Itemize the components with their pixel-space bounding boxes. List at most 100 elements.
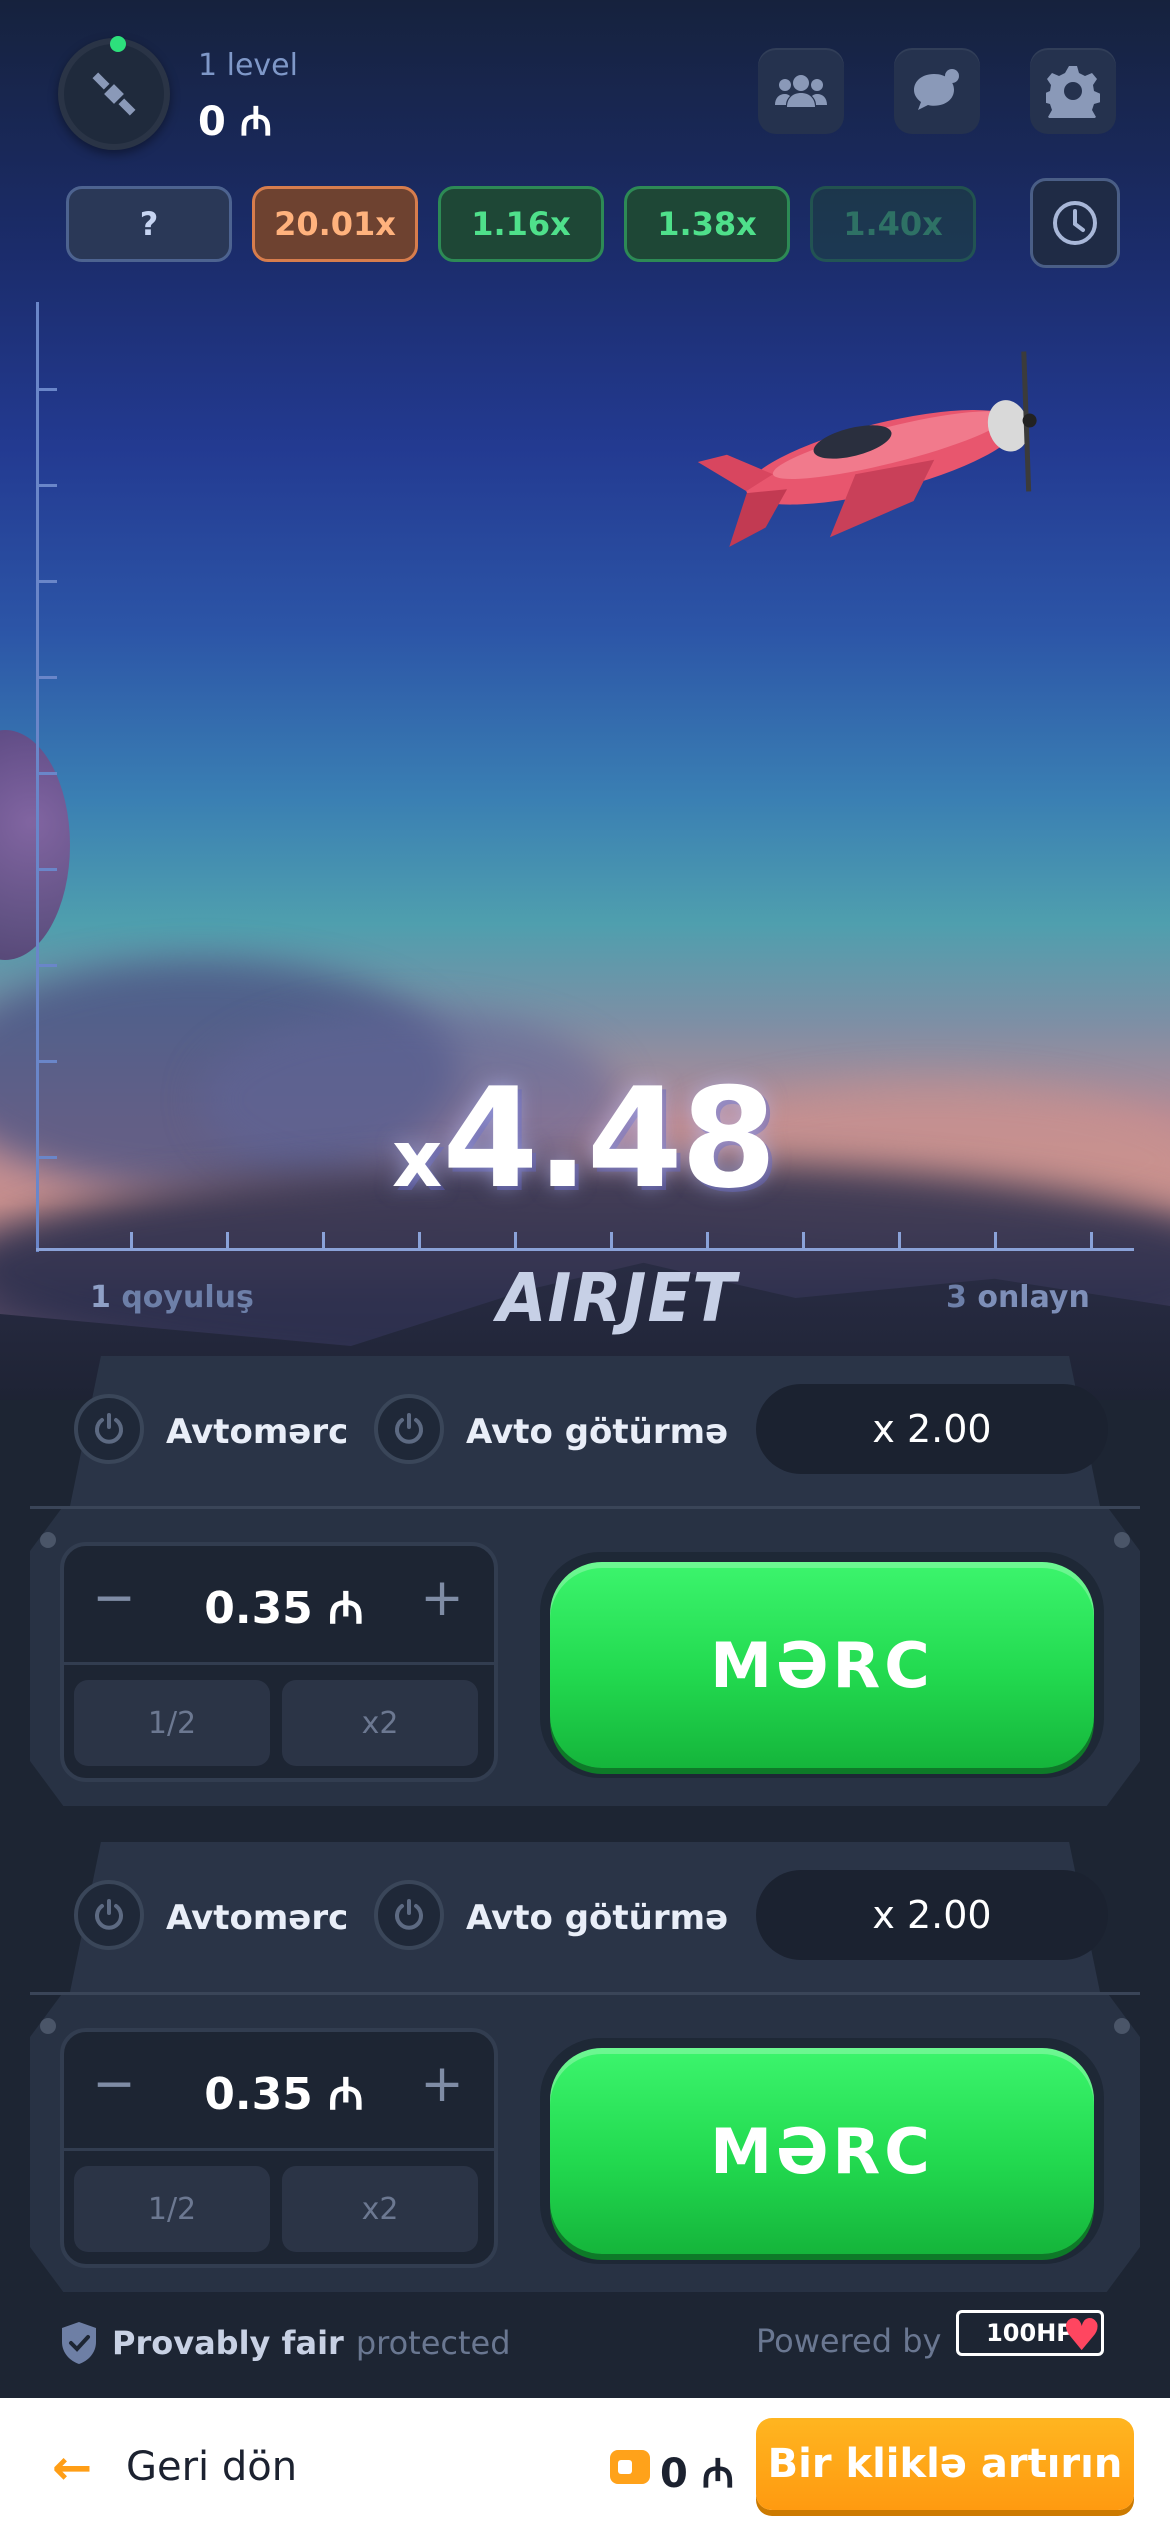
wallet-balance: 0 ₼ <box>660 2451 735 2497</box>
bets-count-label: qoyuluş <box>121 1280 254 1315</box>
provably-fair-status: protected <box>355 2324 511 2362</box>
history-multiplier[interactable]: 1.38x <box>624 186 790 262</box>
x-tick <box>514 1232 517 1250</box>
y-tick <box>39 1060 57 1063</box>
auto-cashout-input[interactable]: x 2.00 <box>756 1870 1108 1960</box>
x-tick <box>130 1232 133 1250</box>
y-tick <box>39 484 57 487</box>
shield-icon <box>62 2322 96 2364</box>
players-button[interactable] <box>758 48 844 134</box>
online-count-number: 3 <box>946 1280 967 1315</box>
online-status-dot <box>110 36 126 52</box>
bets-count-number: 1 <box>90 1280 111 1315</box>
bet-button[interactable]: MƏRC <box>550 2048 1094 2254</box>
y-tick <box>39 580 57 583</box>
divider <box>30 1506 1140 1509</box>
history-multiplier[interactable]: 1.40x <box>810 186 976 262</box>
y-tick <box>39 868 57 871</box>
power-icon <box>95 1899 123 1930</box>
double-stake-button[interactable]: x2 <box>282 1680 478 1766</box>
multiplier-prefix: x <box>392 1115 443 1205</box>
game-logo: AIRJET <box>497 1260 737 1338</box>
increase-stake-button[interactable]: + <box>412 2054 472 2114</box>
online-count-label: onlayn <box>977 1280 1090 1315</box>
multiplier-value: 4.48 <box>442 1058 776 1219</box>
wallet-icon <box>610 2450 650 2484</box>
users-icon <box>775 75 827 107</box>
airplane-icon <box>697 351 1037 547</box>
bet-button[interactable]: MƏRC <box>550 1562 1094 1768</box>
bet-panel-2: Avtomərc Avto götürmə x 2.00 − 0.35 ₼ + … <box>30 1842 1140 2292</box>
x-tick <box>706 1232 709 1250</box>
auto-bet-toggle[interactable] <box>74 1880 144 1950</box>
x-tick <box>418 1232 421 1250</box>
y-tick <box>39 772 57 775</box>
back-arrow-icon[interactable]: ← <box>52 2440 92 2496</box>
game-scene: 1 level 0 ₼ ? 20.01x 1.16x 1.38x 1.40x x… <box>0 0 1170 1400</box>
auto-cashout-toggle[interactable] <box>374 1880 444 1950</box>
online-count: 3 onlayn <box>946 1280 1090 1315</box>
decrease-stake-button[interactable]: − <box>84 2054 144 2114</box>
stake-control: − 0.35 ₼ + 1/2 x2 <box>60 2028 498 2268</box>
y-tick <box>39 1156 57 1159</box>
decrease-stake-button[interactable]: − <box>84 1568 144 1628</box>
power-icon <box>395 1413 423 1444</box>
x-tick <box>802 1232 805 1250</box>
user-level: 1 level <box>198 48 298 83</box>
topup-button[interactable]: Bir kliklə artırın <box>756 2418 1134 2510</box>
x-tick <box>610 1232 613 1250</box>
game-header: 1 level 0 ₼ <box>0 0 1170 175</box>
screw-decoration <box>40 1532 56 1548</box>
increase-stake-button[interactable]: + <box>412 1568 472 1628</box>
history-unknown[interactable]: ? <box>66 186 232 262</box>
chat-button[interactable] <box>894 48 980 134</box>
y-tick <box>39 676 57 679</box>
divider <box>64 1662 494 1665</box>
history-multiplier[interactable]: 1.16x <box>438 186 604 262</box>
y-tick <box>39 964 57 967</box>
auto-bet-label: Avtomərc <box>166 1412 349 1452</box>
screw-decoration <box>1114 2018 1130 2034</box>
history-multiplier[interactable]: 20.01x <box>252 186 418 262</box>
power-icon <box>395 1899 423 1930</box>
x-tick <box>226 1232 229 1250</box>
powered-by-label: Powered by <box>756 2322 942 2360</box>
double-stake-button[interactable]: x2 <box>282 2166 478 2252</box>
current-multiplier: x4.48 <box>392 1058 777 1219</box>
auto-cashout-input[interactable]: x 2.00 <box>756 1384 1108 1474</box>
provably-fair-label: Provably fair <box>112 2324 344 2362</box>
settings-button[interactable] <box>1030 48 1116 134</box>
x-axis <box>36 1248 1134 1251</box>
satellite-icon <box>92 72 136 116</box>
bets-count: 1 qoyuluş <box>90 1280 254 1315</box>
bet-panel-1: Avtomərc Avto götürmə x 2.00 − 0.35 ₼ + … <box>30 1356 1140 1806</box>
user-balance: 0 ₼ <box>198 99 273 145</box>
x-tick <box>994 1232 997 1250</box>
heart-icon: ♥ <box>1062 2310 1102 2361</box>
screw-decoration <box>1114 1532 1130 1548</box>
stake-amount[interactable]: 0.35 ₼ <box>144 1576 424 1636</box>
power-icon <box>95 1413 123 1444</box>
y-tick <box>39 388 57 391</box>
auto-bet-label: Avtomərc <box>166 1898 349 1938</box>
y-axis <box>36 302 39 1252</box>
bet-button-frame: MƏRC <box>540 1552 1104 1778</box>
balloon-decoration <box>0 730 70 960</box>
history-button[interactable] <box>1030 178 1120 268</box>
auto-cashout-toggle[interactable] <box>374 1394 444 1464</box>
provably-fair[interactable]: Provably fair protected <box>58 2320 511 2366</box>
clock-icon <box>1053 201 1097 245</box>
chat-icon <box>914 69 959 110</box>
auto-bet-toggle[interactable] <box>74 1394 144 1464</box>
x-tick <box>322 1232 325 1250</box>
divider <box>64 2148 494 2151</box>
half-stake-button[interactable]: 1/2 <box>74 1680 270 1766</box>
divider <box>30 1992 1140 1995</box>
x-tick <box>898 1232 901 1250</box>
half-stake-button[interactable]: 1/2 <box>74 2166 270 2252</box>
auto-cashout-label: Avto götürmə <box>466 1412 729 1452</box>
avatar[interactable] <box>58 36 170 150</box>
gear-icon <box>1046 66 1100 118</box>
stake-amount[interactable]: 0.35 ₼ <box>144 2062 424 2122</box>
back-button[interactable]: Geri dön <box>126 2444 297 2490</box>
